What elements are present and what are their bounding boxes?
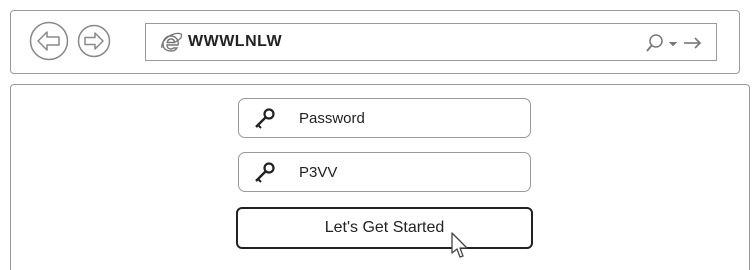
- lets-get-started-button[interactable]: Let's Get Started: [236, 207, 533, 249]
- search-icon[interactable]: [646, 34, 663, 52]
- ssid-field[interactable]: P3VV: [238, 152, 531, 192]
- address-bar[interactable]: WWWLNLW: [145, 23, 717, 61]
- address-text[interactable]: WWWLNLW: [188, 33, 282, 51]
- forward-button[interactable]: [77, 24, 111, 58]
- key-icon: [255, 108, 275, 129]
- address-actions: [646, 34, 702, 52]
- mouse-cursor-icon: [451, 232, 468, 258]
- back-button[interactable]: [29, 21, 69, 61]
- key-icon: [255, 162, 275, 183]
- back-arrow-icon: [29, 21, 69, 61]
- ssid-value[interactable]: P3VV: [299, 164, 337, 181]
- dropdown-icon: [668, 41, 678, 47]
- password-label: Password: [299, 110, 365, 127]
- forward-arrow-icon: [77, 24, 111, 58]
- internet-explorer-icon: [161, 32, 182, 52]
- browser-toolbar: WWWLNLW: [10, 10, 740, 74]
- password-field[interactable]: Password: [238, 98, 531, 138]
- go-arrow-icon[interactable]: [684, 37, 702, 49]
